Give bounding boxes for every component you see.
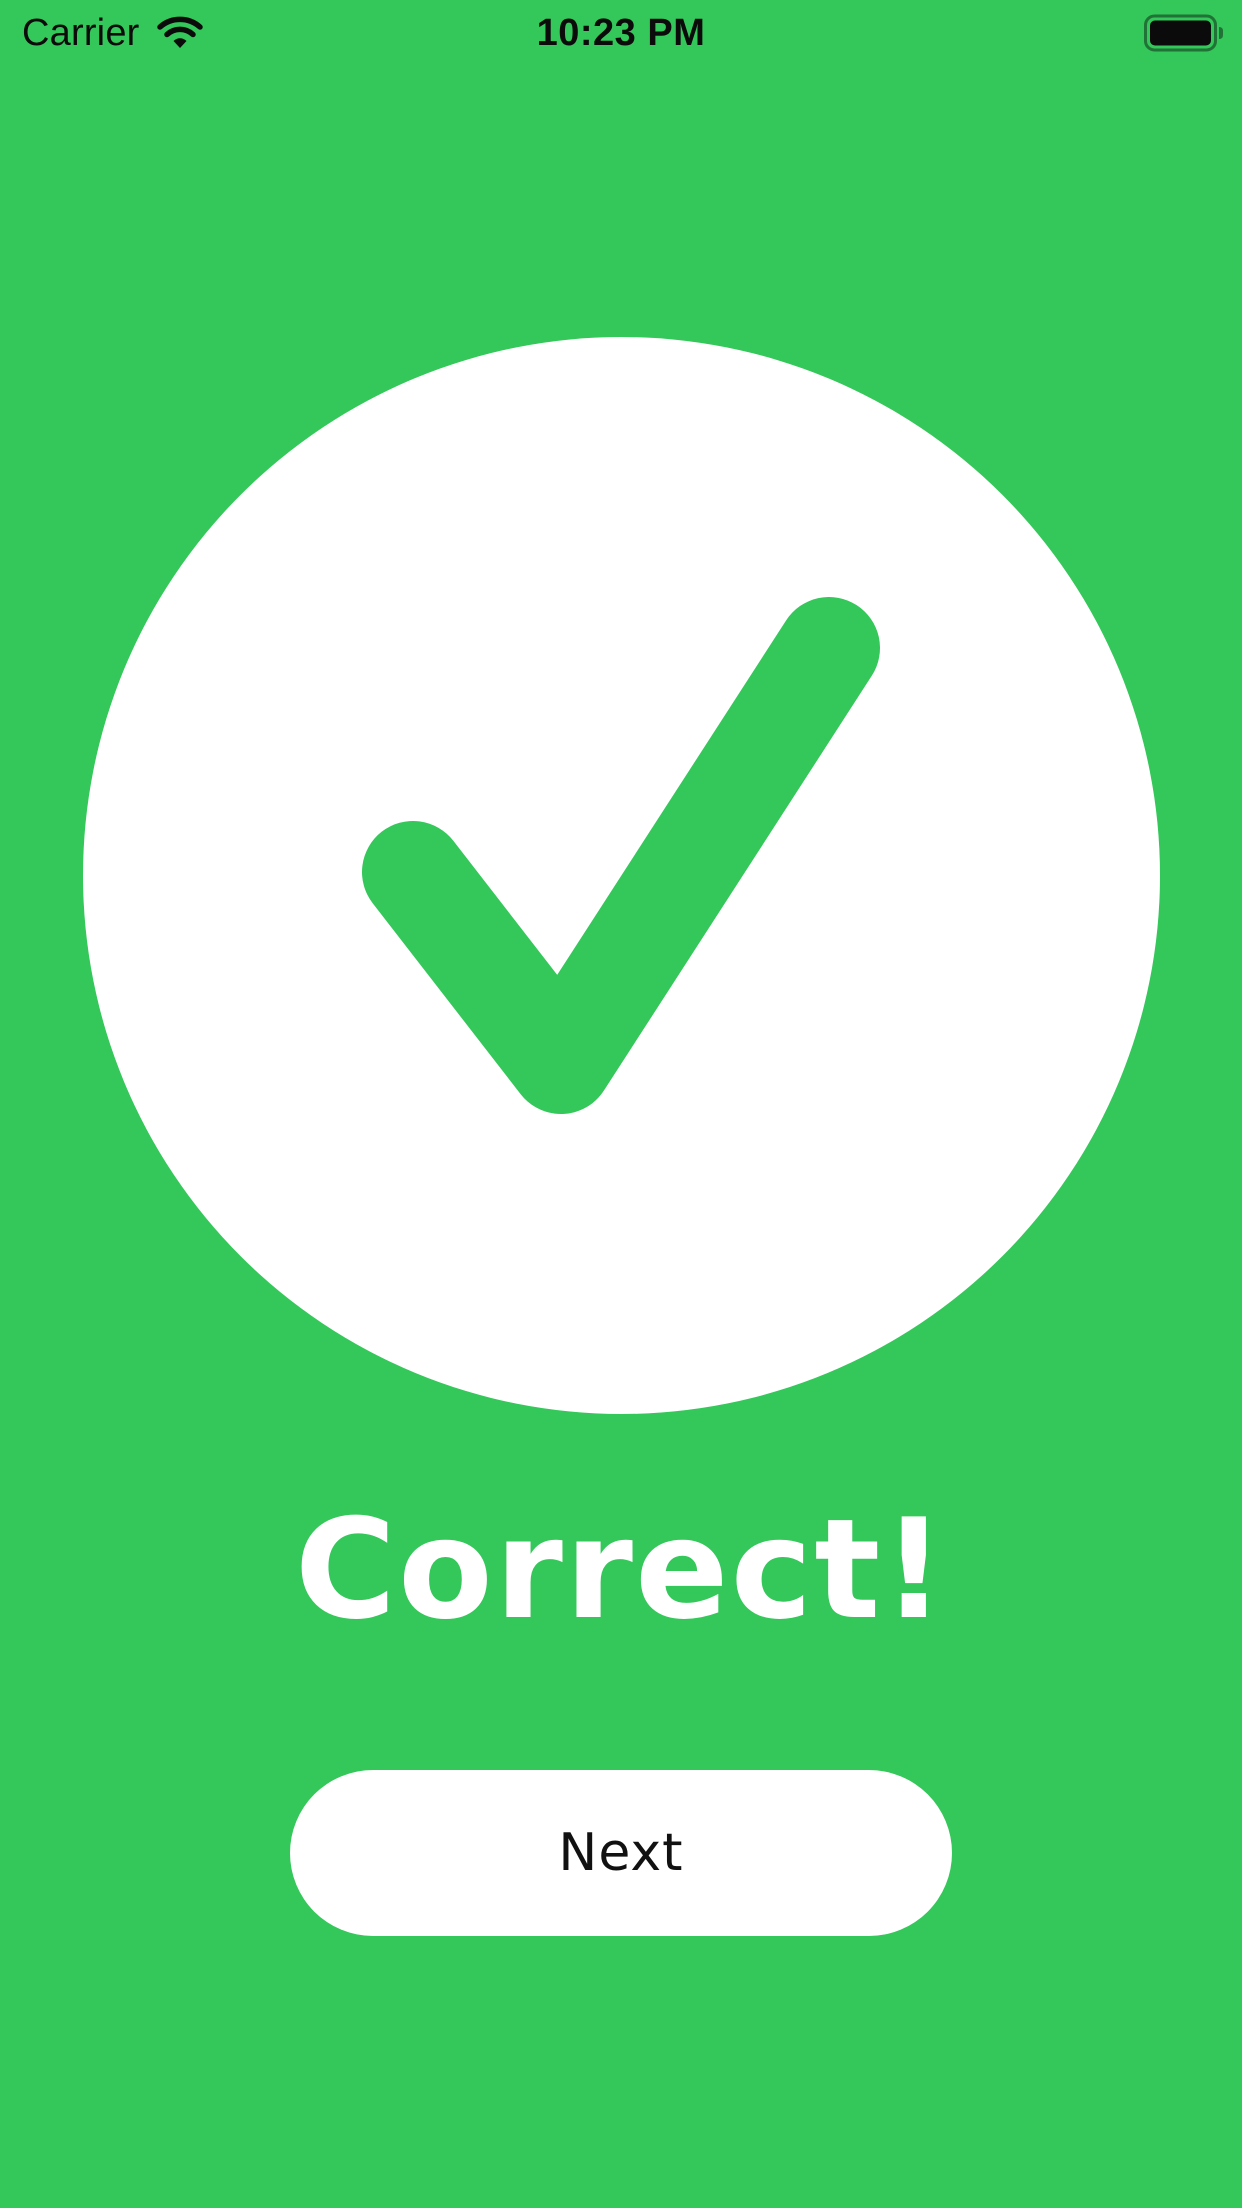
checkmark-icon <box>362 597 880 1114</box>
status-bar: Carrier 10:23 PM <box>0 0 1242 66</box>
next-button[interactable]: Next <box>290 1770 952 1936</box>
battery-full-icon <box>1144 14 1223 52</box>
result-circle <box>83 337 1160 1414</box>
next-button-label: Next <box>558 1823 684 1883</box>
status-time: 10:23 PM <box>536 12 706 54</box>
result-title: Correct! <box>294 1489 948 1650</box>
